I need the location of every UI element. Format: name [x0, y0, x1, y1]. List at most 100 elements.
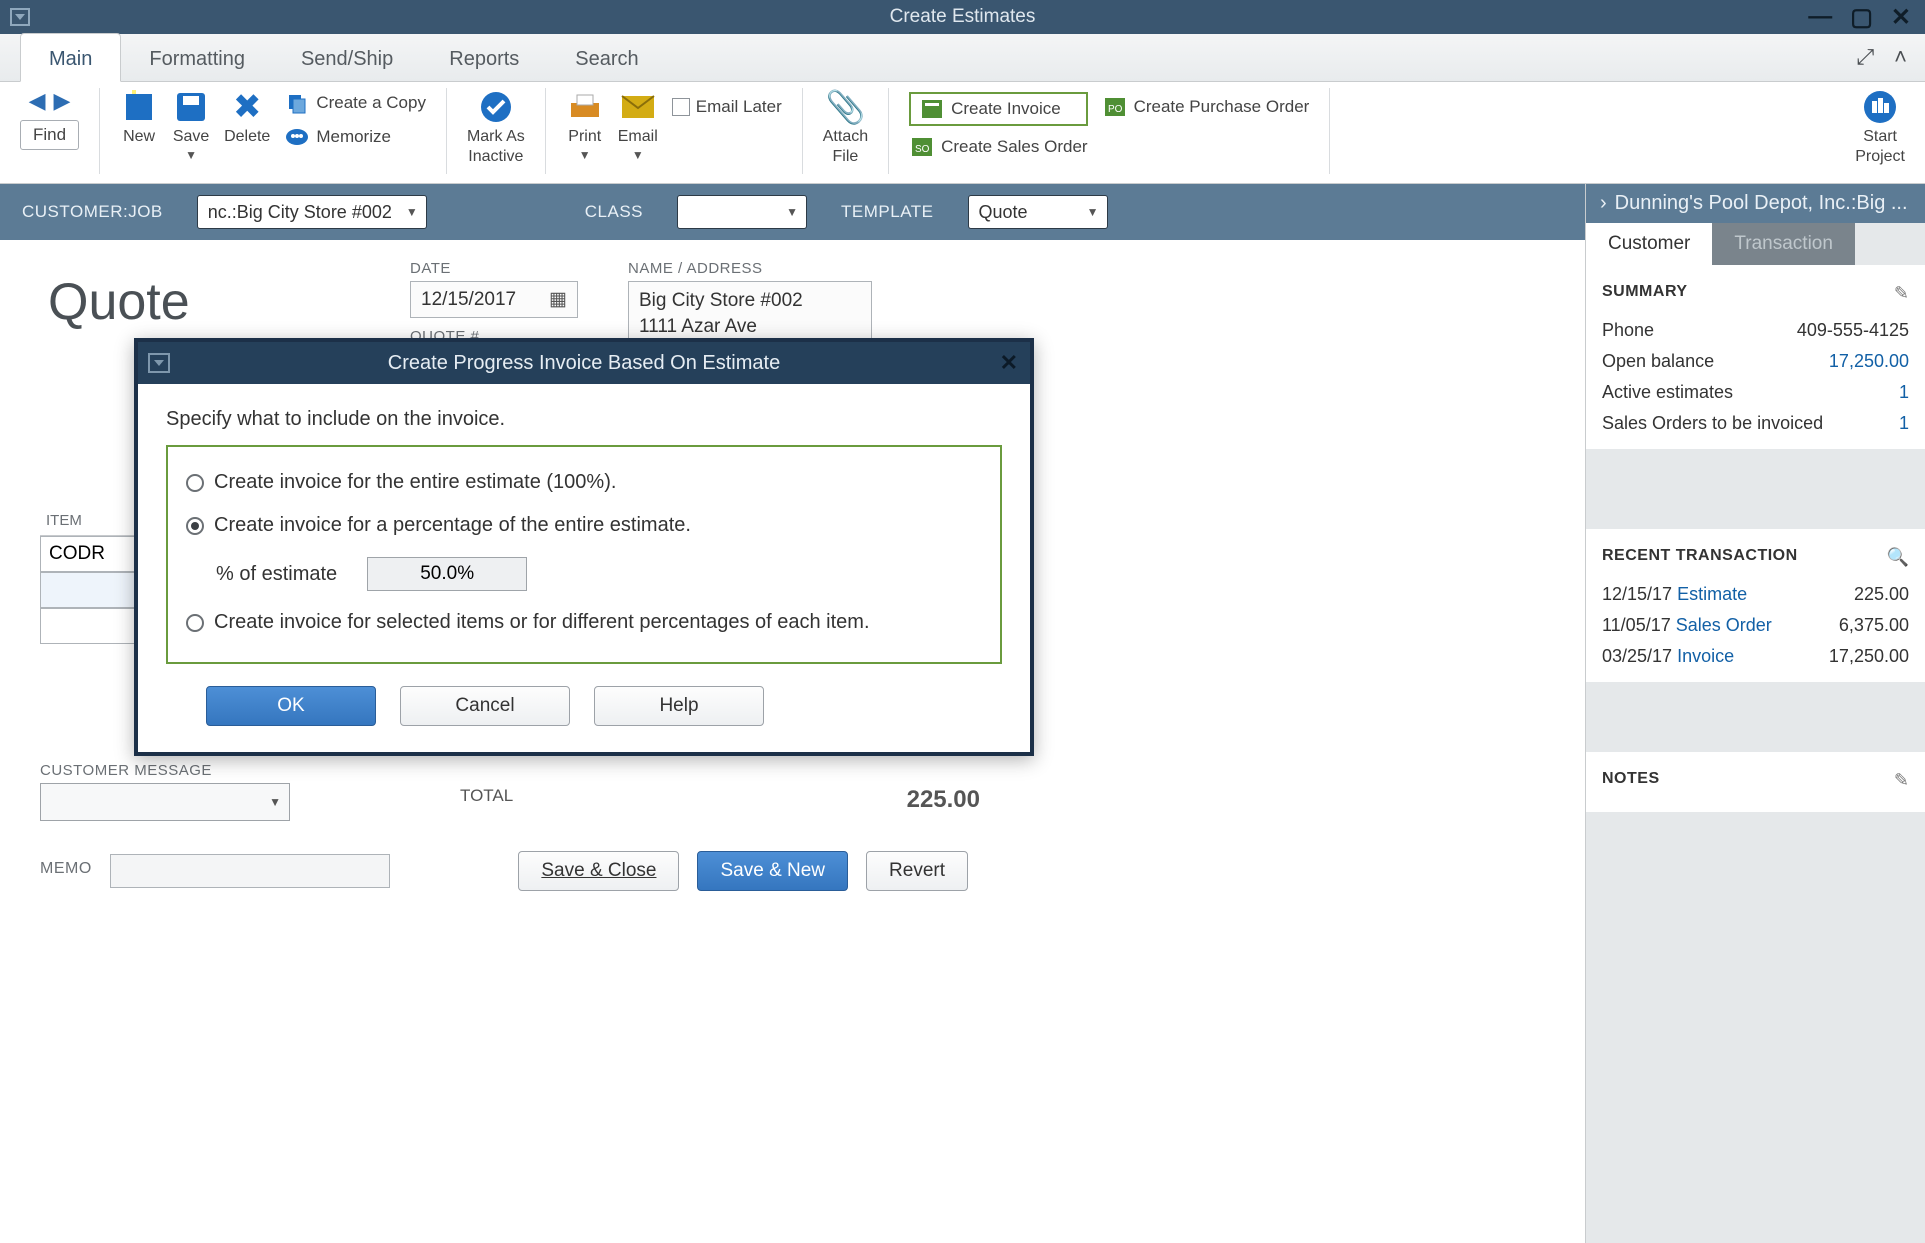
active-estimates-label: Active estimates — [1602, 382, 1733, 403]
start-project-button[interactable]: Start Project — [1855, 88, 1905, 166]
new-button[interactable]: New — [120, 88, 158, 146]
save-dropdown-icon[interactable]: ▼ — [185, 148, 197, 162]
side-tab-transaction[interactable]: Transaction — [1712, 223, 1855, 265]
tab-formatting[interactable]: Formatting — [121, 34, 273, 81]
email-dropdown-icon[interactable]: ▼ — [632, 148, 644, 162]
collapse-ribbon-icon[interactable]: ˄ — [1894, 44, 1907, 70]
find-label: Find — [20, 120, 79, 150]
recent-type: Invoice — [1677, 646, 1734, 666]
create-po-button[interactable]: PO Create Purchase Order — [1102, 92, 1310, 122]
percent-input[interactable] — [367, 557, 527, 591]
tab-search[interactable]: Search — [547, 34, 666, 81]
date-label: DATE — [410, 260, 578, 277]
maximize-icon[interactable]: ▢ — [1850, 3, 1873, 32]
class-label: CLASS — [585, 202, 643, 222]
revert-button[interactable]: Revert — [866, 851, 968, 891]
next-arrow-icon[interactable]: ▶ — [54, 88, 71, 114]
dialog-menu-icon[interactable] — [148, 353, 170, 373]
print-dropdown-icon[interactable]: ▼ — [579, 148, 591, 162]
find-button[interactable]: ◀ ▶ Find — [20, 88, 79, 150]
so-invoiced-value[interactable]: 1 — [1899, 413, 1909, 434]
active-estimates-value[interactable]: 1 — [1899, 382, 1909, 403]
recent-search-icon[interactable]: 🔍 — [1887, 547, 1909, 568]
tab-main[interactable]: Main — [20, 33, 121, 82]
option-selected-items[interactable]: Create invoice for selected items or for… — [186, 601, 982, 644]
print-label: Print — [568, 128, 601, 146]
template-select[interactable]: Quote ▼ — [968, 195, 1108, 229]
check-icon — [477, 88, 515, 126]
chevron-down-icon: ▼ — [269, 795, 281, 809]
ok-button[interactable]: OK — [206, 686, 376, 726]
radio-icon — [186, 614, 204, 632]
save-button[interactable]: Save ▼ — [172, 88, 210, 162]
open-balance-value[interactable]: 17,250.00 — [1829, 351, 1909, 372]
recent-date: 03/25/17 — [1602, 646, 1672, 666]
side-panel-header[interactable]: › Dunning's Pool Depot, Inc.:Big ... — [1586, 184, 1925, 223]
recent-row[interactable]: 03/25/17 Invoice17,250.00 — [1602, 641, 1909, 672]
chevron-down-icon: ▼ — [1087, 205, 1099, 219]
revert-label: Revert — [889, 860, 945, 882]
start-project-l2: Project — [1855, 148, 1905, 166]
invoice-icon — [919, 97, 945, 121]
side-panel-title: Dunning's Pool Depot, Inc.:Big ... — [1615, 192, 1908, 215]
attach-file-button[interactable]: 📎 Attach File — [823, 88, 868, 166]
progress-invoice-dialog: Create Progress Invoice Based On Estimat… — [134, 338, 1034, 756]
chevron-right-icon: › — [1600, 192, 1607, 215]
customer-message-select[interactable]: ▼ — [40, 783, 290, 821]
date-value: 12/15/2017 — [421, 289, 516, 311]
customer-side-panel: › Dunning's Pool Depot, Inc.:Big ... Cus… — [1585, 184, 1925, 1243]
window-menu-icon[interactable] — [10, 8, 30, 26]
tab-reports[interactable]: Reports — [421, 34, 547, 81]
recent-row[interactable]: 11/05/17 Sales Order6,375.00 — [1602, 610, 1909, 641]
print-button[interactable]: Print ▼ — [566, 88, 604, 162]
calendar-icon[interactable]: ▦ — [549, 288, 567, 311]
create-invoice-button[interactable]: Create Invoice — [909, 92, 1087, 126]
customer-job-value: nc.:Big City Store #002 — [208, 202, 392, 223]
memorize-label: Memorize — [316, 127, 391, 147]
cancel-button[interactable]: Cancel — [400, 686, 570, 726]
delete-button[interactable]: ✖ Delete — [224, 88, 270, 146]
memorize-button[interactable]: Memorize — [284, 122, 426, 152]
template-value: Quote — [979, 202, 1028, 223]
recent-date: 12/15/17 — [1602, 584, 1672, 604]
minimize-icon[interactable]: — — [1808, 3, 1832, 32]
edit-summary-icon[interactable]: ✎ — [1894, 283, 1909, 304]
option-percentage[interactable]: Create invoice for a percentage of the e… — [186, 504, 982, 547]
create-sales-order-button[interactable]: SO Create Sales Order — [909, 132, 1087, 162]
dialog-close-icon[interactable]: ✕ — [1000, 350, 1018, 376]
edit-notes-icon[interactable]: ✎ — [1894, 770, 1909, 791]
recent-row[interactable]: 12/15/17 Estimate225.00 — [1602, 579, 1909, 610]
close-icon[interactable]: ✕ — [1891, 3, 1911, 32]
total-value: 225.00 — [907, 786, 980, 814]
save-new-button[interactable]: Save & New — [697, 851, 848, 891]
option-entire-estimate[interactable]: Create invoice for the entire estimate (… — [186, 461, 982, 504]
address-line1: Big City Store #002 — [639, 288, 861, 314]
attach-l2: File — [833, 148, 859, 166]
side-tab-customer[interactable]: Customer — [1586, 223, 1712, 265]
mark-inactive-button[interactable]: Mark As Inactive — [467, 88, 525, 166]
name-address-label: NAME / ADDRESS — [628, 260, 872, 277]
create-sales-order-label: Create Sales Order — [941, 137, 1087, 157]
prev-arrow-icon[interactable]: ◀ — [29, 88, 46, 114]
sales-order-icon: SO — [909, 135, 935, 159]
radio-icon — [186, 474, 204, 492]
expand-icon[interactable]: ⤢ — [1857, 44, 1875, 70]
save-close-label: Save & Close — [541, 860, 656, 882]
tab-send-ship[interactable]: Send/Ship — [273, 34, 421, 81]
class-select[interactable]: ▼ — [677, 195, 807, 229]
ribbon-tabs: Main Formatting Send/Ship Reports Search… — [0, 34, 1925, 82]
create-copy-button[interactable]: Create a Copy — [284, 88, 426, 118]
email-button[interactable]: Email ▼ — [618, 88, 658, 162]
email-later-checkbox[interactable]: Email Later — [672, 94, 782, 120]
date-input[interactable]: 12/15/2017 ▦ — [410, 281, 578, 318]
save-close-button[interactable]: Save & Close — [518, 851, 679, 891]
save-icon — [172, 88, 210, 126]
help-button[interactable]: Help — [594, 686, 764, 726]
create-copy-label: Create a Copy — [316, 93, 426, 113]
email-later-label: Email Later — [696, 97, 782, 117]
phone-value: 409-555-4125 — [1797, 320, 1909, 341]
dialog-instruction: Specify what to include on the invoice. — [166, 408, 1002, 431]
ribbon-toolbar: ◀ ▶ Find New Save ▼ ✖ Delete Create a Cop… — [0, 82, 1925, 184]
customer-job-select[interactable]: nc.:Big City Store #002▼ — [197, 195, 427, 229]
memo-input[interactable] — [110, 854, 390, 888]
